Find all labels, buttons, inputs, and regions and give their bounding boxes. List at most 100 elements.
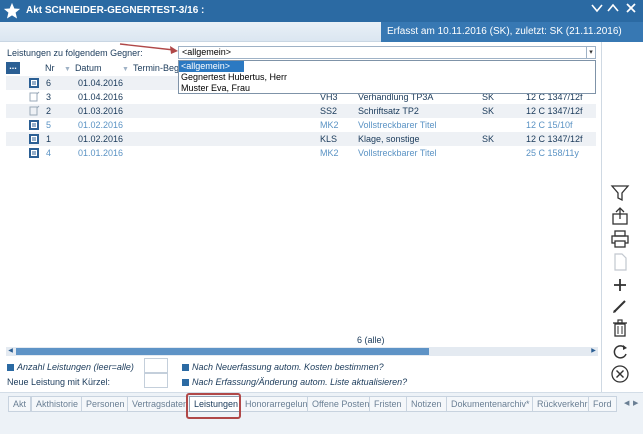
window-title: Akt SCHNEIDER-GEGNERTEST-3/16 : (26, 5, 205, 16)
column-header-datum-label: Datum (74, 63, 102, 73)
tab-honorarregelung[interactable]: Honorarregelung (240, 396, 318, 412)
tab-rueckverkehr[interactable]: Rückverkehr (532, 396, 593, 412)
maximize-icon[interactable] (604, 1, 622, 19)
tab-bar: Akt Akthistorie Personen Vertragsdaten L… (0, 392, 643, 434)
table-row[interactable]: 2 01.03.2016 SS2 Schriftsatz TP2 SK 12 C… (6, 104, 596, 118)
cell-nr: 4 (46, 148, 52, 158)
sort-icon: ▼ (122, 66, 129, 73)
action-toolbar (602, 42, 643, 392)
delete-icon[interactable] (610, 318, 630, 338)
horizontal-scrollbar[interactable]: ◀ ▶ (6, 347, 598, 356)
anzahl-label: Anzahl Leistungen (leer=alle) (17, 362, 134, 372)
cell-text: Klage, sonstige (358, 134, 420, 144)
tab-notizen[interactable]: Notizen (406, 396, 447, 412)
edit-icon[interactable] (610, 296, 630, 316)
cell-datum: 01.02.2016 (78, 120, 124, 130)
checkbox-icon[interactable] (182, 379, 189, 386)
tab-akt[interactable]: Akt (8, 396, 32, 412)
table-menu-button[interactable]: ... (6, 62, 20, 74)
document-icon (29, 148, 39, 158)
cell-user: SK (482, 106, 495, 116)
table-row[interactable]: 1 01.02.2016 KLS Klage, sonstige SK 12 C… (6, 132, 596, 146)
table-row[interactable]: 5 01.02.2016 MK2 Vollstreckbarer Titel 1… (6, 118, 596, 132)
gegner-dropdown: <allgemein> Gegnertest Hubertus, Herr Mu… (178, 60, 596, 94)
cell-datum: 01.04.2016 (78, 78, 124, 88)
anzahl-option: Anzahl Leistungen (leer=alle) (7, 362, 134, 372)
chevron-down-icon[interactable]: ▾ (586, 47, 595, 58)
cell-gz: 12 C 15/10f (526, 120, 573, 130)
cell-text: Vollstreckbarer Titel (358, 148, 437, 158)
aktualisieren-option: Nach Erfassung/Änderung autom. Liste akt… (182, 377, 407, 387)
cell-code: SS2 (320, 106, 338, 116)
cell-nr: 1 (46, 134, 52, 144)
sort-icon: ▼ (64, 66, 71, 73)
add-icon[interactable] (610, 275, 630, 295)
document-icon (29, 78, 39, 88)
new-document-icon[interactable] (610, 252, 630, 272)
cell-code: MK2 (320, 148, 339, 158)
cell-user: SK (482, 134, 495, 144)
column-header-nr[interactable]: Nr (45, 63, 55, 73)
annotation-arrow-icon (119, 43, 178, 54)
title-bar: Akt SCHNEIDER-GEGNERTEST-3/16 : (0, 0, 643, 22)
erfasst-info: Erfasst am 10.11.2016 (SK), zuletzt: SK … (381, 22, 643, 42)
aktualisieren-label: Nach Erfassung/Änderung autom. Liste akt… (192, 377, 408, 387)
tab-scroll-right-icon[interactable]: ▶ (633, 398, 640, 410)
tab-akthistorie[interactable]: Akthistorie (31, 396, 84, 412)
cell-text: Schriftsatz TP2 (358, 106, 419, 116)
tab-scroll-left-icon[interactable]: ◀ (624, 398, 631, 410)
cell-datum: 01.01.2016 (78, 148, 124, 158)
close-icon[interactable] (622, 1, 640, 19)
tab-fristen[interactable]: Fristen (369, 396, 407, 412)
kuerzel-label: Neue Leistung mit Kürzel: (7, 377, 111, 387)
scrollbar-thumb[interactable] (16, 348, 429, 355)
cell-nr: 2 (46, 106, 52, 116)
document-icon (29, 120, 39, 130)
tab-dokumentenarchiv[interactable]: Dokumentenarchiv* (446, 396, 535, 412)
kosten-option: Nach Neuerfassung autom. Kosten bestimme… (182, 362, 384, 372)
cell-gz: 25 C 158/11y (526, 148, 579, 158)
document-icon (29, 134, 39, 144)
gegner-select[interactable]: <allgemein> ▾ (178, 46, 596, 59)
gegner-select-value: <allgemein> (182, 47, 232, 57)
row-count: 6 (alle) (357, 335, 385, 345)
kuerzel-input[interactable] (144, 373, 168, 388)
gegner-option[interactable]: <allgemein> (179, 61, 244, 72)
tab-offene-posten[interactable]: Offene Posten (307, 396, 375, 412)
export-icon[interactable] (610, 206, 630, 226)
tab-personen[interactable]: Personen (81, 396, 130, 412)
table-row[interactable]: 4 01.01.2016 MK2 Vollstreckbarer Titel 2… (6, 146, 596, 160)
cell-gz: 12 C 1347/12f (526, 134, 583, 144)
tab-vertragsdaten[interactable]: Vertragsdaten (127, 396, 194, 412)
cell-datum: 01.04.2016 (78, 92, 124, 102)
active-tab-highlight (186, 393, 241, 419)
info-bar: Erfasst am 10.11.2016 (SK), zuletzt: SK … (0, 22, 643, 42)
checkbox-icon[interactable] (7, 364, 14, 371)
star-logo-icon (3, 2, 21, 19)
cell-text: Vollstreckbarer Titel (358, 120, 437, 130)
gegner-option[interactable]: Muster Eva, Frau (179, 83, 595, 94)
column-header-datum[interactable]: ▼ Datum (64, 63, 101, 73)
note-icon (29, 91, 40, 102)
cell-code: KLS (320, 134, 338, 144)
refresh-icon[interactable] (610, 342, 630, 362)
tab-ford[interactable]: Ford (588, 396, 617, 412)
cell-nr: 6 (46, 78, 52, 88)
leistungen-panel: Leistungen zu folgendem Gegner: <allgeme… (0, 42, 602, 392)
cell-datum: 01.03.2016 (78, 106, 124, 116)
column-header-termin-label: Termin-Beg (132, 63, 179, 73)
cell-datum: 01.02.2016 (78, 134, 124, 144)
print-icon[interactable] (610, 229, 630, 249)
scroll-right-icon[interactable]: ▶ (589, 347, 598, 356)
cell-code: MK2 (320, 120, 339, 130)
scroll-left-icon[interactable]: ◀ (6, 347, 15, 356)
cell-nr: 5 (46, 120, 52, 130)
cell-gz: 12 C 1347/12f (526, 106, 583, 116)
column-header-termin[interactable]: ▼ Termin-Beg (122, 63, 179, 73)
note-icon (29, 105, 40, 116)
checkbox-icon[interactable] (182, 364, 189, 371)
cancel-icon[interactable] (610, 364, 630, 384)
gegner-option[interactable]: Gegnertest Hubertus, Herr (179, 72, 595, 83)
anzahl-input[interactable] (144, 358, 168, 373)
filter-icon[interactable] (610, 183, 630, 203)
